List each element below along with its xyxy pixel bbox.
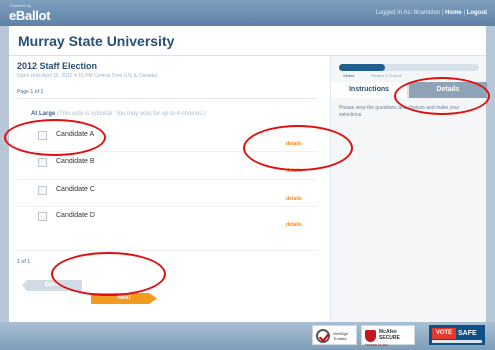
election-open-until: Open Until April 26, 2012 4:15 PM Centra… bbox=[17, 73, 158, 79]
page-label: Page 1 of 1 bbox=[17, 89, 44, 95]
question-note: (This vote is optional. You may vote for… bbox=[57, 111, 206, 117]
page-count: 1 of 1 bbox=[17, 259, 31, 265]
candidate-checkbox[interactable] bbox=[38, 186, 47, 195]
candidate-name[interactable]: Candidate C bbox=[56, 186, 95, 193]
candidate-details-link[interactable]: details bbox=[286, 222, 302, 228]
question-title: At Large bbox=[31, 111, 56, 117]
annotation-circle bbox=[51, 252, 166, 296]
candidate-row: Candidate C details bbox=[38, 185, 302, 202]
progress-fill bbox=[339, 64, 386, 71]
divider bbox=[17, 206, 317, 207]
election-title: 2012 Staff Election bbox=[17, 61, 98, 71]
eballot-logo[interactable]: eBallot bbox=[9, 8, 51, 23]
candidate-checkbox[interactable] bbox=[38, 212, 47, 221]
home-link[interactable]: Home bbox=[445, 10, 462, 16]
organization-title: Murray State University bbox=[18, 33, 175, 49]
annotation-circle bbox=[4, 119, 106, 156]
mcafee-seal-text: McAfee SECURE bbox=[379, 329, 400, 341]
question-header: At Large (This vote is optional. You may… bbox=[31, 111, 206, 117]
top-bar: Powered by eBallot Logged In As: bhamido… bbox=[0, 0, 495, 26]
shield-icon bbox=[365, 330, 376, 342]
divider bbox=[17, 250, 317, 251]
votesafe-stripe bbox=[432, 340, 482, 343]
footer: VeriSign Trusted McAfee SECURE TESTED 13… bbox=[0, 322, 495, 350]
user-nav: Logged In As: bhamidon | Home | Logout bbox=[375, 10, 487, 16]
verisign-seal[interactable]: VeriSign Trusted bbox=[312, 325, 357, 345]
verisign-seal-text: VeriSign Trusted bbox=[333, 331, 348, 341]
step-review-label: Review & Submit bbox=[371, 73, 402, 78]
votesafe-safe: SAFE bbox=[458, 330, 477, 337]
annotation-circle bbox=[394, 77, 490, 115]
verisign-line2: Trusted bbox=[333, 336, 347, 341]
progress-bar bbox=[339, 64, 479, 71]
candidate-name[interactable]: Candidate D bbox=[56, 212, 95, 219]
annotation-circle bbox=[243, 125, 353, 171]
votesafe-seal[interactable]: VOTE SAFE bbox=[429, 325, 485, 345]
candidate-checkbox[interactable] bbox=[38, 158, 47, 167]
logout-link[interactable]: Logout bbox=[467, 10, 487, 16]
logged-in-label: Logged In As: bhamidon | bbox=[375, 10, 444, 16]
mcafee-tested: TESTED 13-JAN bbox=[365, 343, 388, 347]
candidate-name[interactable]: Candidate B bbox=[56, 158, 95, 165]
votesafe-vote: VOTE bbox=[432, 328, 456, 339]
nav-separator: | bbox=[463, 10, 465, 16]
divider bbox=[17, 98, 317, 99]
divider bbox=[17, 179, 317, 180]
mcafee-seal[interactable]: McAfee SECURE TESTED 13-JAN bbox=[361, 325, 415, 347]
checkmark-icon bbox=[316, 329, 330, 343]
mcafee-line2: SECURE bbox=[379, 335, 400, 341]
candidate-row: Candidate D details bbox=[38, 211, 302, 228]
candidate-details-link[interactable]: details bbox=[286, 196, 302, 202]
step-select-label: Select bbox=[343, 73, 355, 78]
